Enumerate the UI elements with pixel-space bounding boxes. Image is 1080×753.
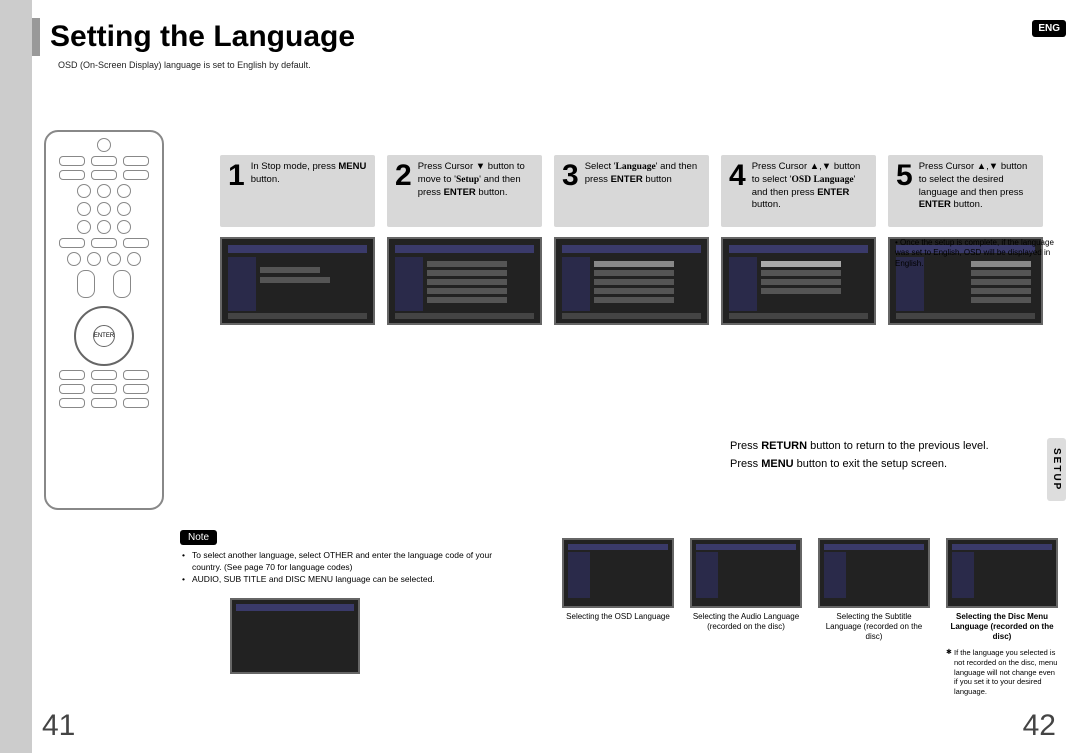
info-line-menu: Press MENU button to exit the setup scre… [730,456,1054,474]
thumb-osd-language: Selecting the OSD Language [562,538,674,697]
side-tab-setup: SETUP [1047,438,1066,501]
disc-language-note: If the language you selected is not reco… [946,648,1058,697]
step-number: 1 [228,161,245,217]
step-3-screenshot [554,237,709,325]
page-number-right: 42 [1023,709,1056,743]
step-text: Press Cursor ▲,▼ button to select the de… [919,161,1035,217]
step-text: In Stop mode, press MENU button. [251,161,367,217]
step-number: 5 [896,161,913,217]
bottom-thumbnails: Selecting the OSD Language Selecting the… [562,538,1058,697]
post-setup-note: Once the setup is complete, if the langu… [895,238,1055,269]
note-badge: Note [180,530,217,545]
remote-illustration: ENTER [44,130,164,510]
step-number: 2 [395,161,412,217]
page-number-left: 41 [42,709,75,743]
step-3: 3 Select 'Language' and then press ENTER… [554,155,709,325]
step-4-screenshot [721,237,876,325]
step-1: 1 In Stop mode, press MENU button. [220,155,375,325]
info-box: Press RETURN button to return to the pre… [730,438,1054,473]
step-2-screenshot [387,237,542,325]
step-2: 2 Press Cursor ▼ button to move to 'Setu… [387,155,542,325]
note-list: To select another language, select OTHER… [182,550,522,586]
thumb-audio-language: Selecting the Audio Language (recorded o… [690,538,802,697]
step-text: Press Cursor ▼ button to move to 'Setup'… [418,161,534,217]
page-title-bar: Setting the Language [32,18,1052,56]
note-item: AUDIO, SUB TITLE and DISC MENU language … [182,574,522,586]
remote-dpad: ENTER [74,306,134,366]
step-text: Press Cursor ▲,▼ button to select 'OSD L… [752,161,868,217]
note-screenshot [230,598,360,674]
info-line-return: Press RETURN button to return to the pre… [730,438,1054,456]
thumb-subtitle-language: Selecting the Subtitle Language (recorde… [818,538,930,697]
page-subtitle: OSD (On-Screen Display) language is set … [58,60,311,70]
note-item: To select another language, select OTHER… [182,550,522,574]
step-4: 4 Press Cursor ▲,▼ button to select 'OSD… [721,155,876,325]
page-title: Setting the Language [50,20,355,54]
step-number: 4 [729,161,746,217]
language-badge: ENG [1032,20,1066,37]
title-accent [32,18,40,56]
step-1-screenshot [220,237,375,325]
step-number: 3 [562,161,579,217]
thumb-disc-menu-language: Selecting the Disc Menu Language (record… [946,538,1058,697]
step-text: Select 'Language' and then press ENTER b… [585,161,701,217]
